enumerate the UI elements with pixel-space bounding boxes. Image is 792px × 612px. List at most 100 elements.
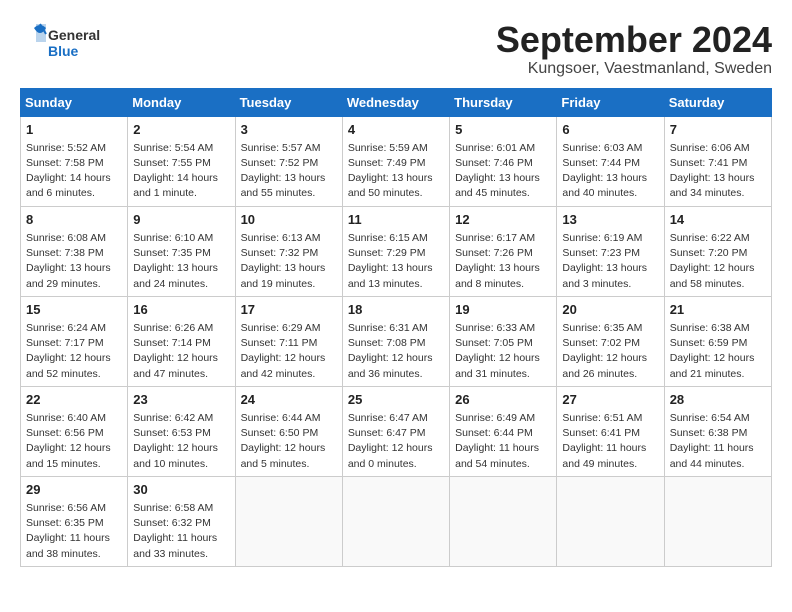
calendar-cell: 1Sunrise: 5:52 AMSunset: 7:58 PMDaylight… <box>21 116 128 206</box>
day-info: Sunrise: 6:33 AMSunset: 7:05 PMDaylight:… <box>455 321 551 382</box>
day-number: 22 <box>26 391 122 409</box>
calendar-cell: 24 Sunrise: 6:44 AMSunset: 6:50 PMDayligh… <box>235 386 342 476</box>
day-info: Sunrise: 6:19 AMSunset: 7:23 PMDaylight:… <box>562 231 658 292</box>
calendar-header-row: SundayMondayTuesdayWednesdayThursdayFrid… <box>21 88 772 116</box>
day-number: 7 <box>670 121 766 139</box>
day-number: 30 <box>133 481 229 499</box>
calendar-cell: 15Sunrise: 6:24 AMSunset: 7:17 PMDayligh… <box>21 296 128 386</box>
calendar-cell: 19 Sunrise: 6:33 AMSunset: 7:05 PMDayligh… <box>450 296 557 386</box>
day-info: Sunrise: 6:31 AMSunset: 7:08 PMDaylight:… <box>348 321 444 382</box>
day-info: Sunrise: 6:58 AMSunset: 6:32 PMDaylight:… <box>133 501 229 562</box>
day-number: 17 <box>241 301 337 319</box>
day-info: Sunrise: 6:10 AMSunset: 7:35 PMDaylight:… <box>133 231 229 292</box>
day-info: Sunrise: 6:38 AMSunset: 6:59 PMDaylight:… <box>670 321 766 382</box>
day-info: Sunrise: 6:22 AMSunset: 7:20 PMDaylight:… <box>670 231 766 292</box>
day-info: Sunrise: 6:47 AMSunset: 6:47 PMDaylight:… <box>348 411 444 472</box>
day-number: 3 <box>241 121 337 139</box>
calendar-cell <box>235 476 342 566</box>
day-info: Sunrise: 6:35 AMSunset: 7:02 PMDaylight:… <box>562 321 658 382</box>
calendar-day-header-wednesday: Wednesday <box>342 88 449 116</box>
calendar-day-header-monday: Monday <box>128 88 235 116</box>
day-info: Sunrise: 5:52 AMSunset: 7:58 PMDaylight:… <box>26 141 122 202</box>
calendar-day-header-tuesday: Tuesday <box>235 88 342 116</box>
day-number: 2 <box>133 121 229 139</box>
calendar-day-header-sunday: Sunday <box>21 88 128 116</box>
calendar-cell: 25 Sunrise: 6:47 AMSunset: 6:47 PMDayligh… <box>342 386 449 476</box>
day-info: Sunrise: 6:06 AMSunset: 7:41 PMDaylight:… <box>670 141 766 202</box>
day-number: 6 <box>562 121 658 139</box>
day-number: 13 <box>562 211 658 229</box>
day-info: Sunrise: 5:54 AMSunset: 7:55 PMDaylight:… <box>133 141 229 202</box>
day-number: 4 <box>348 121 444 139</box>
day-number: 9 <box>133 211 229 229</box>
day-info: Sunrise: 6:03 AMSunset: 7:44 PMDaylight:… <box>562 141 658 202</box>
calendar-cell: 29 Sunrise: 6:56 AMSunset: 6:35 PMDayligh… <box>21 476 128 566</box>
svg-text:General: General <box>48 27 100 43</box>
calendar-cell: 14 Sunrise: 6:22 AMSunset: 7:20 PMDayligh… <box>664 206 771 296</box>
day-number: 8 <box>26 211 122 229</box>
day-info: Sunrise: 6:44 AMSunset: 6:50 PMDaylight:… <box>241 411 337 472</box>
day-info: Sunrise: 6:29 AMSunset: 7:11 PMDaylight:… <box>241 321 337 382</box>
calendar-cell: 13 Sunrise: 6:19 AMSunset: 7:23 PMDayligh… <box>557 206 664 296</box>
day-info: Sunrise: 6:40 AMSunset: 6:56 PMDaylight:… <box>26 411 122 472</box>
day-number: 29 <box>26 481 122 499</box>
day-number: 18 <box>348 301 444 319</box>
day-number: 14 <box>670 211 766 229</box>
calendar-cell: 22 Sunrise: 6:40 AMSunset: 6:56 PMDayligh… <box>21 386 128 476</box>
day-number: 15 <box>26 301 122 319</box>
logo-text-wrap: General Blue <box>20 20 110 69</box>
day-info: Sunrise: 6:54 AMSunset: 6:38 PMDaylight:… <box>670 411 766 472</box>
calendar-day-header-thursday: Thursday <box>450 88 557 116</box>
month-title: September 2024 <box>496 20 772 60</box>
calendar-cell: 3 Sunrise: 5:57 AMSunset: 7:52 PMDaylight… <box>235 116 342 206</box>
calendar-cell: 27 Sunrise: 6:51 AMSunset: 6:41 PMDayligh… <box>557 386 664 476</box>
calendar-day-header-friday: Friday <box>557 88 664 116</box>
day-number: 23 <box>133 391 229 409</box>
calendar-cell: 2 Sunrise: 5:54 AMSunset: 7:55 PMDaylight… <box>128 116 235 206</box>
calendar-cell: 11 Sunrise: 6:15 AMSunset: 7:29 PMDayligh… <box>342 206 449 296</box>
day-info: Sunrise: 6:08 AMSunset: 7:38 PMDaylight:… <box>26 231 122 292</box>
calendar-cell: 16 Sunrise: 6:26 AMSunset: 7:14 PMDayligh… <box>128 296 235 386</box>
calendar-cell: 8 Sunrise: 6:08 AMSunset: 7:38 PMDaylight… <box>21 206 128 296</box>
day-info: Sunrise: 6:15 AMSunset: 7:29 PMDaylight:… <box>348 231 444 292</box>
day-info: Sunrise: 6:26 AMSunset: 7:14 PMDaylight:… <box>133 321 229 382</box>
day-number: 16 <box>133 301 229 319</box>
calendar-week-row-3: 15Sunrise: 6:24 AMSunset: 7:17 PMDayligh… <box>21 296 772 386</box>
calendar-week-row-2: 8 Sunrise: 6:08 AMSunset: 7:38 PMDaylight… <box>21 206 772 296</box>
day-number: 19 <box>455 301 551 319</box>
calendar-cell <box>342 476 449 566</box>
calendar-cell: 12 Sunrise: 6:17 AMSunset: 7:26 PMDayligh… <box>450 206 557 296</box>
day-number: 24 <box>241 391 337 409</box>
logo-svg: General Blue <box>20 20 110 64</box>
day-info: Sunrise: 6:13 AMSunset: 7:32 PMDaylight:… <box>241 231 337 292</box>
day-info: Sunrise: 6:56 AMSunset: 6:35 PMDaylight:… <box>26 501 122 562</box>
day-number: 27 <box>562 391 658 409</box>
svg-text:Blue: Blue <box>48 43 79 59</box>
day-number: 20 <box>562 301 658 319</box>
day-info: Sunrise: 5:57 AMSunset: 7:52 PMDaylight:… <box>241 141 337 202</box>
calendar-cell: 20 Sunrise: 6:35 AMSunset: 7:02 PMDayligh… <box>557 296 664 386</box>
calendar-cell <box>557 476 664 566</box>
day-info: Sunrise: 6:42 AMSunset: 6:53 PMDaylight:… <box>133 411 229 472</box>
day-info: Sunrise: 6:01 AMSunset: 7:46 PMDaylight:… <box>455 141 551 202</box>
calendar-cell: 23 Sunrise: 6:42 AMSunset: 6:53 PMDayligh… <box>128 386 235 476</box>
calendar-cell: 26Sunrise: 6:49 AMSunset: 6:44 PMDayligh… <box>450 386 557 476</box>
day-info: Sunrise: 5:59 AMSunset: 7:49 PMDaylight:… <box>348 141 444 202</box>
day-info: Sunrise: 6:51 AMSunset: 6:41 PMDaylight:… <box>562 411 658 472</box>
calendar-cell: 7 Sunrise: 6:06 AMSunset: 7:41 PMDaylight… <box>664 116 771 206</box>
calendar-table: SundayMondayTuesdayWednesdayThursdayFrid… <box>20 88 772 567</box>
title-block: September 2024 Kungsoer, Vaestmanland, S… <box>496 20 772 78</box>
day-info: Sunrise: 6:49 AMSunset: 6:44 PMDaylight:… <box>455 411 551 472</box>
calendar-cell: 21Sunrise: 6:38 AMSunset: 6:59 PMDayligh… <box>664 296 771 386</box>
calendar-cell: 5Sunrise: 6:01 AMSunset: 7:46 PMDaylight… <box>450 116 557 206</box>
calendar-cell: 17 Sunrise: 6:29 AMSunset: 7:11 PMDayligh… <box>235 296 342 386</box>
day-number: 12 <box>455 211 551 229</box>
calendar-day-header-saturday: Saturday <box>664 88 771 116</box>
day-number: 25 <box>348 391 444 409</box>
calendar-cell: 30 Sunrise: 6:58 AMSunset: 6:32 PMDayligh… <box>128 476 235 566</box>
calendar-cell: 10Sunrise: 6:13 AMSunset: 7:32 PMDayligh… <box>235 206 342 296</box>
day-info: Sunrise: 6:17 AMSunset: 7:26 PMDaylight:… <box>455 231 551 292</box>
calendar-cell: 6 Sunrise: 6:03 AMSunset: 7:44 PMDaylight… <box>557 116 664 206</box>
day-number: 11 <box>348 211 444 229</box>
calendar-cell <box>450 476 557 566</box>
